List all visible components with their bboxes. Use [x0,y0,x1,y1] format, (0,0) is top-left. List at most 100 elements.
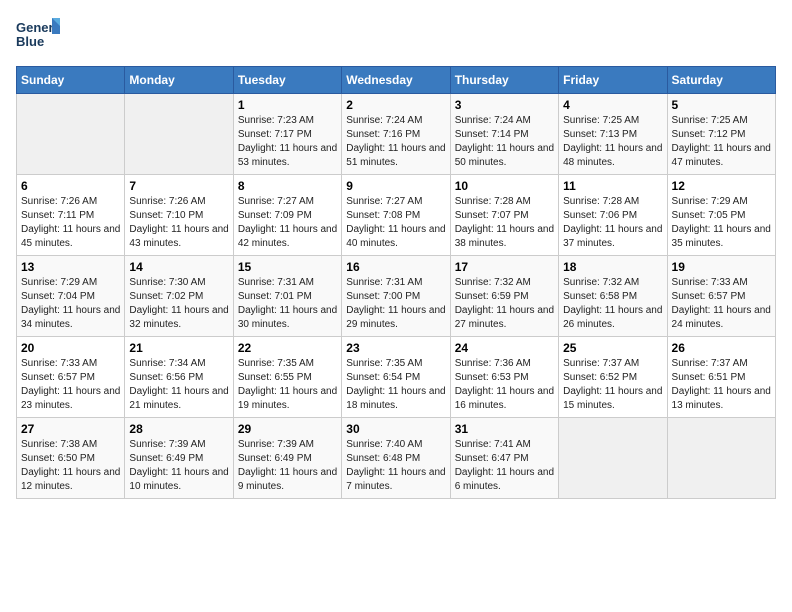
day-number: 25 [563,341,662,355]
calendar-cell: 6 Sunrise: 7:26 AM Sunset: 7:11 PM Daylig… [17,175,125,256]
day-info: Sunrise: 7:24 AM Sunset: 7:16 PM Dayligh… [346,114,445,170]
logo-svg: General Blue [16,16,60,56]
day-info: Sunrise: 7:28 AM Sunset: 7:06 PM Dayligh… [563,195,662,251]
calendar-week-5: 27 Sunrise: 7:38 AM Sunset: 6:50 PM Dayli… [17,418,776,499]
svg-text:Blue: Blue [16,34,44,49]
calendar-cell: 28 Sunrise: 7:39 AM Sunset: 6:49 PM Dayli… [125,418,233,499]
calendar-table: SundayMondayTuesdayWednesdayThursdayFrid… [16,66,776,499]
day-info: Sunrise: 7:34 AM Sunset: 6:56 PM Dayligh… [129,357,228,413]
day-number: 16 [346,260,445,274]
calendar-cell: 13 Sunrise: 7:29 AM Sunset: 7:04 PM Dayli… [17,256,125,337]
day-number: 4 [563,98,662,112]
calendar-week-2: 6 Sunrise: 7:26 AM Sunset: 7:11 PM Daylig… [17,175,776,256]
day-number: 27 [21,422,120,436]
calendar-cell [559,418,667,499]
logo: General Blue [16,16,60,56]
day-number: 23 [346,341,445,355]
calendar-cell: 2 Sunrise: 7:24 AM Sunset: 7:16 PM Daylig… [342,94,450,175]
day-number: 14 [129,260,228,274]
calendar-cell: 18Sunrise: 7:32 AM Sunset: 6:58 PM Dayli… [559,256,667,337]
day-header-friday: Friday [559,67,667,94]
day-info: Sunrise: 7:32 AM Sunset: 6:58 PM Dayligh… [563,276,662,332]
calendar-cell: 24 Sunrise: 7:36 AM Sunset: 6:53 PM Dayli… [450,337,558,418]
day-info: Sunrise: 7:37 AM Sunset: 6:52 PM Dayligh… [563,357,662,413]
day-number: 8 [238,179,337,193]
day-number: 13 [21,260,120,274]
calendar-cell: 30 Sunrise: 7:40 AM Sunset: 6:48 PM Dayli… [342,418,450,499]
day-header-tuesday: Tuesday [233,67,341,94]
calendar-cell: 11 Sunrise: 7:28 AM Sunset: 7:06 PM Dayli… [559,175,667,256]
day-number: 26 [672,341,771,355]
calendar-cell: 12 Sunrise: 7:29 AM Sunset: 7:05 PM Dayli… [667,175,775,256]
calendar-cell [667,418,775,499]
calendar-cell: 23 Sunrise: 7:35 AM Sunset: 6:54 PM Dayli… [342,337,450,418]
day-info: Sunrise: 7:39 AM Sunset: 6:49 PM Dayligh… [129,438,228,494]
calendar-cell: 16 Sunrise: 7:31 AM Sunset: 7:00 PM Dayli… [342,256,450,337]
day-number: 7 [129,179,228,193]
calendar-cell: 7 Sunrise: 7:26 AM Sunset: 7:10 PM Daylig… [125,175,233,256]
calendar-cell: 10Sunrise: 7:28 AM Sunset: 7:07 PM Dayli… [450,175,558,256]
day-info: Sunrise: 7:33 AM Sunset: 6:57 PM Dayligh… [672,276,771,332]
calendar-cell: 15 Sunrise: 7:31 AM Sunset: 7:01 PM Dayli… [233,256,341,337]
day-info: Sunrise: 7:31 AM Sunset: 7:00 PM Dayligh… [346,276,445,332]
day-info: Sunrise: 7:38 AM Sunset: 6:50 PM Dayligh… [21,438,120,494]
day-info: Sunrise: 7:23 AM Sunset: 7:17 PM Dayligh… [238,114,337,170]
day-info: Sunrise: 7:36 AM Sunset: 6:53 PM Dayligh… [455,357,554,413]
day-number: 30 [346,422,445,436]
day-number: 19 [672,260,771,274]
day-header-wednesday: Wednesday [342,67,450,94]
day-info: Sunrise: 7:29 AM Sunset: 7:04 PM Dayligh… [21,276,120,332]
day-number: 5 [672,98,771,112]
calendar-cell: 19 Sunrise: 7:33 AM Sunset: 6:57 PM Dayli… [667,256,775,337]
day-info: Sunrise: 7:40 AM Sunset: 6:48 PM Dayligh… [346,438,445,494]
day-info: Sunrise: 7:33 AM Sunset: 6:57 PM Dayligh… [21,357,120,413]
day-info: Sunrise: 7:31 AM Sunset: 7:01 PM Dayligh… [238,276,337,332]
day-info: Sunrise: 7:35 AM Sunset: 6:54 PM Dayligh… [346,357,445,413]
day-number: 6 [21,179,120,193]
calendar-cell: 22Sunrise: 7:35 AM Sunset: 6:55 PM Dayli… [233,337,341,418]
calendar-cell: 8 Sunrise: 7:27 AM Sunset: 7:09 PM Daylig… [233,175,341,256]
calendar-cell: 21 Sunrise: 7:34 AM Sunset: 6:56 PM Dayli… [125,337,233,418]
day-number: 12 [672,179,771,193]
calendar-body: 1 Sunrise: 7:23 AM Sunset: 7:17 PM Daylig… [17,94,776,499]
calendar-cell: 1 Sunrise: 7:23 AM Sunset: 7:17 PM Daylig… [233,94,341,175]
day-number: 28 [129,422,228,436]
day-info: Sunrise: 7:39 AM Sunset: 6:49 PM Dayligh… [238,438,337,494]
day-number: 29 [238,422,337,436]
calendar-cell: 3Sunrise: 7:24 AM Sunset: 7:14 PM Daylig… [450,94,558,175]
day-info: Sunrise: 7:27 AM Sunset: 7:08 PM Dayligh… [346,195,445,251]
day-info: Sunrise: 7:25 AM Sunset: 7:13 PM Dayligh… [563,114,662,170]
page-header: General Blue [16,16,776,56]
day-info: Sunrise: 7:26 AM Sunset: 7:10 PM Dayligh… [129,195,228,251]
calendar-cell: 17Sunrise: 7:32 AM Sunset: 6:59 PM Dayli… [450,256,558,337]
day-info: Sunrise: 7:25 AM Sunset: 7:12 PM Dayligh… [672,114,771,170]
calendar-cell: 25 Sunrise: 7:37 AM Sunset: 6:52 PM Dayli… [559,337,667,418]
calendar-cell: 14Sunrise: 7:30 AM Sunset: 7:02 PM Dayli… [125,256,233,337]
day-header-sunday: Sunday [17,67,125,94]
day-number: 20 [21,341,120,355]
day-number: 21 [129,341,228,355]
calendar-cell: 4 Sunrise: 7:25 AM Sunset: 7:13 PM Daylig… [559,94,667,175]
calendar-cell: 27 Sunrise: 7:38 AM Sunset: 6:50 PM Dayli… [17,418,125,499]
day-number: 10 [455,179,554,193]
calendar-header-row: SundayMondayTuesdayWednesdayThursdayFrid… [17,67,776,94]
calendar-cell [125,94,233,175]
day-number: 11 [563,179,662,193]
day-info: Sunrise: 7:41 AM Sunset: 6:47 PM Dayligh… [455,438,554,494]
day-number: 3 [455,98,554,112]
day-header-monday: Monday [125,67,233,94]
calendar-cell: 29 Sunrise: 7:39 AM Sunset: 6:49 PM Dayli… [233,418,341,499]
day-header-thursday: Thursday [450,67,558,94]
day-number: 15 [238,260,337,274]
calendar-cell: 5 Sunrise: 7:25 AM Sunset: 7:12 PM Daylig… [667,94,775,175]
day-number: 1 [238,98,337,112]
day-info: Sunrise: 7:35 AM Sunset: 6:55 PM Dayligh… [238,357,337,413]
day-info: Sunrise: 7:26 AM Sunset: 7:11 PM Dayligh… [21,195,120,251]
day-info: Sunrise: 7:32 AM Sunset: 6:59 PM Dayligh… [455,276,554,332]
day-info: Sunrise: 7:27 AM Sunset: 7:09 PM Dayligh… [238,195,337,251]
day-number: 9 [346,179,445,193]
day-info: Sunrise: 7:29 AM Sunset: 7:05 PM Dayligh… [672,195,771,251]
day-number: 2 [346,98,445,112]
day-info: Sunrise: 7:37 AM Sunset: 6:51 PM Dayligh… [672,357,771,413]
day-number: 24 [455,341,554,355]
